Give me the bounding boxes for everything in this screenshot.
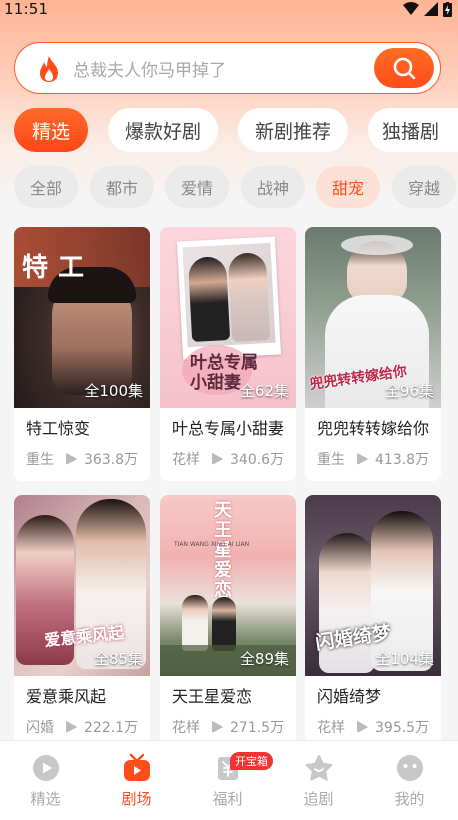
play-count: 395.5万 <box>375 720 430 736</box>
drama-title: 特工惊变 <box>26 419 91 438</box>
play-count: 340.6万 <box>230 452 285 468</box>
drama-title: 天王星爱恋 <box>172 687 253 706</box>
drama-genre: 重生 <box>26 452 54 468</box>
bottom-nav: 精选 剧场 福利 开宝箱 追剧 我的 <box>0 740 458 820</box>
poster-image: 特工 全100集 <box>14 227 150 408</box>
poster-image: 天王星爱恋 TIAN WANG XING AI LIAN 全89集 <box>160 495 296 676</box>
search-button[interactable] <box>374 48 434 88</box>
drama-title: 叶总专属小甜妻 <box>172 419 285 438</box>
chip-dushi[interactable]: 都市 <box>90 166 154 208</box>
drama-genre: 闪婚 <box>26 720 54 736</box>
episode-count: 全62集 <box>239 382 289 400</box>
tab-dubo[interactable]: 独播剧 <box>368 108 458 152</box>
drama-title: 兜兜转转嫁给你 <box>317 419 430 438</box>
drama-title: 爱意乘风起 <box>26 687 107 706</box>
category-chips: 全部 都市 爱情 战神 甜宠 穿越 <box>14 166 458 208</box>
drama-genre: 花样 <box>317 720 345 736</box>
primary-tabs: 精选 爆款好剧 新剧推荐 独播剧 <box>14 108 458 152</box>
play-count-icon <box>357 721 368 733</box>
drama-card-6[interactable]: 闪婚绮梦 全104集 闪婚绮梦 花样 395.5万 <box>305 495 441 749</box>
tab-baokuan[interactable]: 爆款好剧 <box>108 108 218 152</box>
wifi-icon <box>403 2 419 15</box>
poster-image: 爱意乘风起 全85集 <box>14 495 150 676</box>
search-icon <box>393 57 416 80</box>
drama-card-5[interactable]: 天王星爱恋 TIAN WANG XING AI LIAN 全89集 天王星爱恋 … <box>160 495 296 749</box>
episode-count: 全96集 <box>384 382 434 400</box>
chip-tianchong[interactable]: 甜宠 <box>316 166 380 208</box>
chip-zhanshen[interactable]: 战神 <box>241 166 305 208</box>
drama-title: 闪婚绮梦 <box>317 687 382 706</box>
nav-juchang[interactable]: 剧场 <box>91 741 182 820</box>
star-icon <box>305 755 332 781</box>
poster-pinyin-text: TIAN WANG XING AI LIAN <box>174 541 250 548</box>
battery-icon <box>443 1 452 17</box>
episode-count: 全100集 <box>84 382 143 400</box>
nav-label: 精选 <box>30 790 61 808</box>
poster-image: 叶总专属小甜妻 全62集 <box>160 227 296 408</box>
nav-zhuiju[interactable]: 追剧 <box>273 741 364 820</box>
tv-icon <box>123 753 150 781</box>
status-time: 11:51 <box>4 0 49 18</box>
drama-card-1[interactable]: 特工 全100集 特工惊变 重生 363.8万 <box>14 227 150 481</box>
nav-label: 剧场 <box>121 790 152 808</box>
status-bar: 11:51 <box>0 0 458 18</box>
poster-image: 闪婚绮梦 全104集 <box>305 495 441 676</box>
face-icon <box>396 755 423 781</box>
drama-meta: 花样 340.6万 <box>172 449 296 469</box>
system-icons <box>403 1 452 17</box>
drama-meta: 闪婚 222.1万 <box>26 717 150 737</box>
play-count: 222.1万 <box>84 720 139 736</box>
nav-wode[interactable]: 我的 <box>364 741 455 820</box>
search-bar[interactable]: 总裁夫人你马甲掉了 <box>14 42 441 94</box>
nav-jingxuan[interactable]: 精选 <box>0 741 91 820</box>
play-count-icon <box>212 721 223 733</box>
drama-genre: 重生 <box>317 452 345 468</box>
nav-fuli[interactable]: 福利 开宝箱 <box>182 741 273 820</box>
episode-count: 全89集 <box>239 650 289 668</box>
drama-meta: 重生 363.8万 <box>26 449 150 469</box>
fire-icon <box>40 56 58 82</box>
drama-meta: 重生 413.8万 <box>317 449 441 469</box>
chip-aiqing[interactable]: 爱情 <box>165 166 229 208</box>
tab-jingxuan[interactable]: 精选 <box>14 108 88 152</box>
drama-card-3[interactable]: 兜兜转转嫁给你 全96集 兜兜转转嫁给你 重生 413.8万 <box>305 227 441 481</box>
poster-title-text: 特工 <box>22 253 95 283</box>
chip-chuanyue[interactable]: 穿越 <box>392 166 456 208</box>
tab-xinju[interactable]: 新剧推荐 <box>238 108 348 152</box>
nav-label: 福利 <box>212 790 243 808</box>
poster-title-text: 天王星爱恋 <box>214 500 232 601</box>
drama-meta: 花样 271.5万 <box>172 717 296 737</box>
signal-icon <box>424 2 438 16</box>
drama-card-4[interactable]: 爱意乘风起 全85集 爱意乘风起 闪婚 222.1万 <box>14 495 150 749</box>
play-count-icon <box>357 453 368 465</box>
drama-meta: 花样 395.5万 <box>317 717 441 737</box>
play-count-icon <box>66 721 77 733</box>
nav-label: 我的 <box>394 790 425 808</box>
play-count: 271.5万 <box>230 720 285 736</box>
play-count-icon <box>66 453 77 465</box>
episode-count: 全104集 <box>375 650 434 668</box>
poster-image: 兜兜转转嫁给你 全96集 <box>305 227 441 408</box>
play-count: 363.8万 <box>84 452 139 468</box>
search-input[interactable]: 总裁夫人你马甲掉了 <box>73 56 226 81</box>
chip-all[interactable]: 全部 <box>14 166 78 208</box>
drama-card-2[interactable]: 叶总专属小甜妻 全62集 叶总专属小甜妻 花样 340.6万 <box>160 227 296 481</box>
treasure-badge: 开宝箱 <box>230 752 273 770</box>
nav-label: 追剧 <box>303 790 334 808</box>
play-circle-icon <box>32 755 59 781</box>
episode-count: 全85集 <box>93 650 143 668</box>
drama-genre: 花样 <box>172 452 200 468</box>
drama-genre: 花样 <box>172 720 200 736</box>
play-count: 413.8万 <box>375 452 430 468</box>
play-count-icon <box>212 453 223 465</box>
